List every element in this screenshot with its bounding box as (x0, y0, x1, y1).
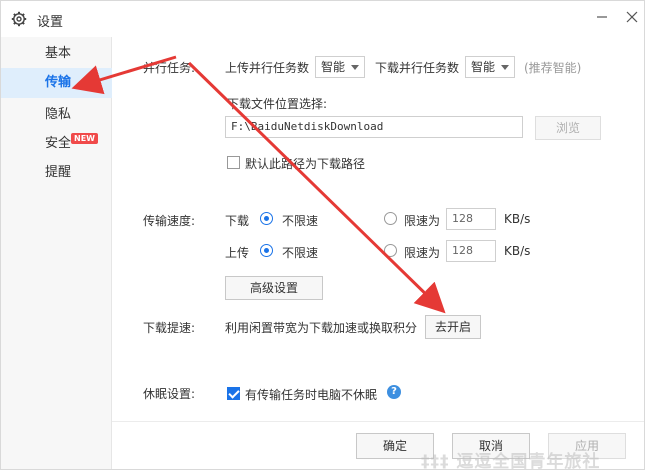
sleep-settings-label: 休眠设置: (143, 387, 196, 401)
download-boost-desc: 利用闲置带宽为下载加速或换取积分 (225, 321, 418, 335)
download-boost-label: 下载提速: (143, 321, 196, 335)
download-limit-label: 限速为 (404, 214, 441, 228)
upload-parallel-value: 智能 (321, 60, 346, 74)
sidebar-item-label: 提醒 (45, 165, 72, 180)
sidebar: 基本 传输 隐私 安全 NEW 提醒 (1, 37, 112, 469)
upload-speed-label: 上传 (225, 246, 250, 260)
default-path-label: 默认此路径为下载路径 (245, 157, 366, 171)
transfer-speed-label: 传输速度: (143, 214, 196, 228)
default-path-checkbox[interactable] (227, 156, 240, 169)
upload-unlimited-label: 不限速 (282, 246, 319, 260)
new-badge: NEW (71, 133, 98, 144)
footer-divider (112, 421, 644, 422)
sidebar-item-transfer[interactable]: 传输 (1, 68, 112, 98)
sidebar-item-privacy[interactable]: 隐私 (1, 100, 112, 130)
parallel-hint: (推荐智能) (524, 61, 582, 75)
download-parallel-select[interactable]: 智能 (465, 56, 515, 78)
upload-limit-unit: KB/s (504, 244, 531, 258)
upload-parallel-select[interactable]: 智能 (315, 56, 365, 78)
title-bar: 设置 (1, 1, 644, 37)
download-limit-radio[interactable] (384, 212, 397, 225)
sidebar-item-label: 基本 (45, 46, 72, 61)
download-location-label: 下载文件位置选择: (227, 97, 328, 111)
download-limit-unit: KB/s (504, 212, 531, 226)
close-icon[interactable] (621, 7, 643, 27)
sidebar-item-security[interactable]: 安全 NEW (1, 129, 112, 159)
minimize-icon[interactable] (591, 7, 613, 27)
download-unlimited-radio[interactable] (260, 212, 273, 225)
browse-button[interactable]: 浏览 (535, 116, 601, 140)
sidebar-item-label: 隐私 (45, 107, 72, 122)
download-speed-label: 下载 (225, 214, 250, 228)
advanced-settings-button[interactable]: 高级设置 (225, 276, 323, 300)
upload-limit-radio[interactable] (384, 244, 397, 257)
download-limit-input[interactable]: 128 (446, 208, 496, 230)
download-parallel-label: 下载并行任务数 (375, 61, 460, 75)
sidebar-item-basic[interactable]: 基本 (1, 39, 112, 69)
parallel-tasks-label: 并行任务: (143, 61, 196, 75)
chevron-down-icon (501, 65, 509, 70)
download-path-input[interactable]: F:\BaiduNetdiskDownload (225, 116, 523, 138)
upload-limit-input[interactable]: 128 (446, 240, 496, 262)
window-title: 设置 (37, 15, 64, 30)
download-parallel-value: 智能 (471, 60, 496, 74)
help-icon[interactable]: ? (387, 385, 401, 399)
sidebar-item-label: 安全 (45, 136, 72, 151)
watermark: ‡‡‡ 逗逗全国青年旅社 (421, 452, 601, 470)
upload-limit-label: 限速为 (404, 246, 441, 260)
gear-icon (11, 11, 27, 27)
no-sleep-label: 有传输任务时电脑不休眠 (245, 388, 378, 402)
upload-limit-value: 128 (452, 244, 473, 257)
no-sleep-checkbox[interactable] (227, 387, 240, 400)
download-limit-value: 128 (452, 212, 473, 225)
download-unlimited-label: 不限速 (282, 214, 319, 228)
chevron-down-icon (351, 65, 359, 70)
upload-unlimited-radio[interactable] (260, 244, 273, 257)
sidebar-item-label: 传输 (45, 75, 72, 90)
enable-boost-button[interactable]: 去开启 (425, 315, 481, 339)
settings-window: 设置 基本 传输 隐私 安全 NEW 提醒 并行任务: 上传并行任务数 智能 下… (0, 0, 645, 470)
download-path-value: F:\BaiduNetdiskDownload (231, 120, 384, 133)
sidebar-item-reminder[interactable]: 提醒 (1, 158, 112, 188)
upload-parallel-label: 上传并行任务数 (225, 61, 310, 75)
